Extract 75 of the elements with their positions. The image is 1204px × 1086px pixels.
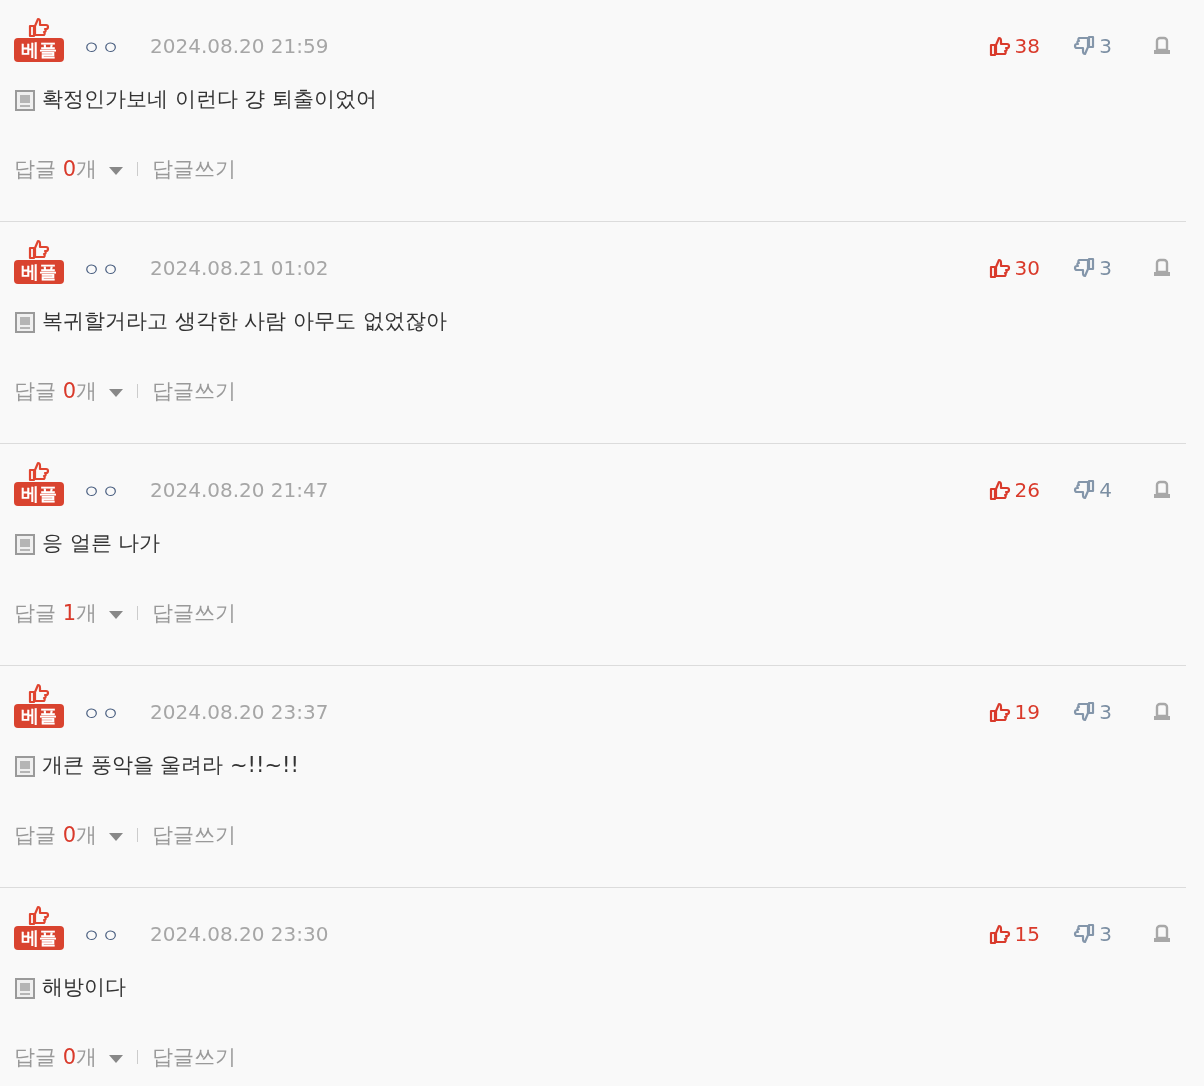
siren-icon [1152, 924, 1172, 944]
memo-icon [14, 310, 36, 333]
username[interactable]: ㅇㅇ [82, 920, 120, 949]
siren-icon [1152, 258, 1172, 278]
badge-label: 베플 [14, 482, 64, 506]
comment-text: 해방이다 [42, 974, 126, 1001]
memo-icon [14, 976, 36, 999]
replies-toggle[interactable]: 답글 0개 [14, 375, 124, 407]
dislike-button[interactable]: 4 [1050, 475, 1112, 505]
dislike-button[interactable]: 3 [1050, 31, 1112, 61]
badge-label: 베플 [14, 38, 64, 62]
thumb-up-icon [988, 701, 1011, 723]
like-button[interactable]: 19 [982, 697, 1040, 727]
replies-toggle[interactable]: 답글 1개 [14, 597, 124, 629]
thumb-up-icon [28, 682, 50, 704]
dislike-button[interactable]: 3 [1050, 919, 1112, 949]
report-button[interactable] [1152, 480, 1172, 500]
thumb-down-icon [1073, 923, 1096, 945]
thumb-up-icon [988, 479, 1011, 501]
write-reply-link[interactable]: 답글쓰기 [152, 375, 237, 407]
dislike-button[interactable]: 3 [1050, 697, 1112, 727]
memo-icon [14, 88, 36, 111]
write-reply-link[interactable]: 답글쓰기 [152, 1041, 237, 1073]
caret-icon [109, 167, 124, 176]
comment-date: 2024.08.21 01:02 [150, 255, 329, 282]
comment-text: 복귀할거라고 생각한 사람 아무도 없었잖아 [42, 308, 447, 335]
like-button[interactable]: 38 [982, 31, 1040, 61]
write-reply-link[interactable]: 답글쓰기 [152, 819, 237, 851]
caret-icon [109, 1055, 124, 1064]
memo-icon [14, 532, 36, 555]
caret-icon [109, 389, 124, 398]
thumb-down-icon [1073, 257, 1096, 279]
thumb-down-icon [1073, 479, 1096, 501]
comment-text: 응 얼른 나가 [42, 530, 161, 557]
report-button[interactable] [1152, 702, 1172, 722]
siren-icon [1152, 702, 1172, 722]
thumb-up-icon [28, 904, 50, 926]
badge-label: 베플 [14, 260, 64, 284]
username[interactable]: ㅇㅇ [82, 32, 120, 61]
dislike-button[interactable]: 3 [1050, 253, 1112, 283]
comment-date: 2024.08.20 21:59 [150, 33, 329, 60]
write-reply-link[interactable]: 답글쓰기 [152, 153, 237, 185]
comment-date: 2024.08.20 21:47 [150, 477, 329, 504]
memo-icon [14, 754, 36, 777]
report-button[interactable] [1152, 258, 1172, 278]
badge-label: 베플 [14, 704, 64, 728]
siren-icon [1152, 480, 1172, 500]
thumb-up-icon [28, 16, 50, 38]
like-button[interactable]: 26 [982, 475, 1040, 505]
replies-toggle[interactable]: 답글 0개 [14, 153, 124, 185]
thumb-up-icon [988, 257, 1011, 279]
caret-icon [109, 833, 124, 842]
replies-toggle[interactable]: 답글 0개 [14, 819, 124, 851]
like-button[interactable]: 15 [982, 919, 1040, 949]
like-button[interactable]: 30 [982, 253, 1040, 283]
caret-icon [109, 611, 124, 620]
username[interactable]: ㅇㅇ [82, 476, 120, 505]
report-button[interactable] [1152, 36, 1172, 56]
thumb-up-icon [988, 923, 1011, 945]
thumb-down-icon [1073, 701, 1096, 723]
replies-toggle[interactable]: 답글 0개 [14, 1041, 124, 1073]
thumb-up-icon [28, 460, 50, 482]
thumb-down-icon [1073, 35, 1096, 57]
report-button[interactable] [1152, 924, 1172, 944]
comment-date: 2024.08.20 23:37 [150, 699, 329, 726]
comment-date: 2024.08.20 23:30 [150, 921, 329, 948]
badge-label: 베플 [14, 926, 64, 950]
thumb-up-icon [988, 35, 1011, 57]
username[interactable]: ㅇㅇ [82, 698, 120, 727]
write-reply-link[interactable]: 답글쓰기 [152, 597, 237, 629]
username[interactable]: ㅇㅇ [82, 254, 120, 283]
comment-text: 확정인가보네 이런다 걍 퇴출이었어 [42, 86, 378, 113]
thumb-up-icon [28, 238, 50, 260]
siren-icon [1152, 36, 1172, 56]
comment-text: 개큰 풍악을 울려라 ~!!~!! [42, 752, 299, 779]
